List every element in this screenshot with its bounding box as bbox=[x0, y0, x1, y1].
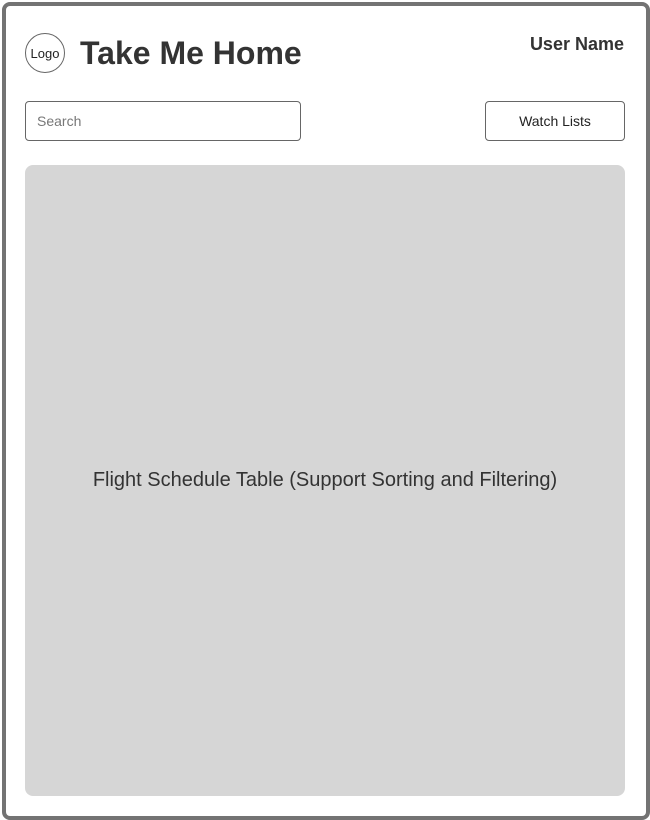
flight-schedule-table[interactable]: Flight Schedule Table (Support Sorting a… bbox=[25, 165, 625, 796]
logo: Logo bbox=[25, 33, 65, 73]
user-name[interactable]: User Name bbox=[530, 33, 624, 55]
logo-label: Logo bbox=[30, 45, 60, 61]
flight-schedule-table-label: Flight Schedule Table (Support Sorting a… bbox=[92, 469, 558, 491]
watch-lists-button[interactable]: Watch Lists bbox=[485, 101, 625, 141]
page-title: Take Me Home bbox=[80, 35, 302, 71]
search-input[interactable] bbox=[25, 101, 301, 141]
